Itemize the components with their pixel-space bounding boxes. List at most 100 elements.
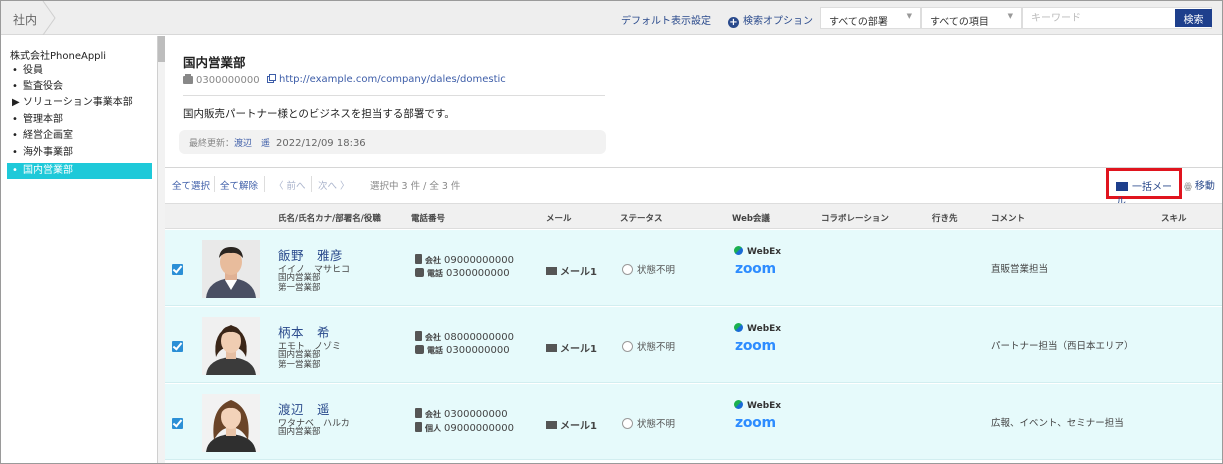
dept-url-text[interactable]: http://example.com/company/dales/domesti… [279, 74, 506, 85]
top-bar: 社内 デフォルト表示設定 + 検索オプション すべての部署 ▼ すべての項目 ▼ … [1, 1, 1222, 35]
status-circle-icon [622, 341, 633, 352]
breadcrumb[interactable]: 社内 [1, 1, 59, 35]
webex-link[interactable]: WebEx [734, 323, 781, 334]
last-updated-user[interactable]: 渡辺 遥 [234, 139, 270, 149]
last-updated-label: 最終更新： [189, 139, 235, 149]
status-text: 状態不明 [637, 265, 676, 276]
people-icon: ꙮ [1184, 182, 1192, 192]
status-text: 状態不明 [637, 419, 676, 430]
tree-scrollbar[interactable] [158, 36, 165, 463]
avatar [202, 317, 260, 375]
row-checkbox[interactable] [172, 418, 183, 429]
col-status[interactable]: ステータス [620, 212, 663, 224]
tree-item-audit[interactable]: • 監査役会 [7, 79, 152, 95]
webex-icon [734, 246, 743, 255]
mobile-icon [415, 254, 422, 264]
webex-icon [734, 400, 743, 409]
col-mail[interactable]: メール [546, 212, 572, 224]
col-skill[interactable]: スキル [1161, 212, 1187, 224]
person-photo [202, 317, 260, 375]
tree-item-planning[interactable]: • 経営企画室 [7, 128, 152, 144]
mail-label: メール1 [560, 344, 597, 355]
person-dept: 国内営業部 第一営業部 [278, 350, 321, 370]
prev-page-link[interactable]: 〈 前へ [274, 178, 306, 192]
phone-label: 個人 [425, 424, 441, 433]
last-updated-time: 2022/12/09 18:36 [276, 138, 366, 149]
phone-mobile[interactable]: 個人 09000000000 [415, 422, 514, 434]
phone-company[interactable]: 会社 08000000000 [415, 331, 514, 343]
webex-link[interactable]: WebEx [734, 400, 781, 411]
tree-root[interactable]: 株式会社PhoneAppli [10, 47, 106, 62]
dept-phone: 0300000000 [183, 74, 260, 86]
dept-phone-number: 0300000000 [196, 75, 260, 86]
deselect-all-link[interactable]: 全て解除 [220, 178, 258, 192]
col-comment[interactable]: コメント [991, 212, 1025, 224]
tree-item-solutions[interactable]: ▶ ソリューション事業本部 [7, 95, 152, 111]
mail-link[interactable]: メール1 [546, 263, 597, 278]
dept-select[interactable]: すべての部署 ▼ [820, 7, 921, 29]
zoom-link[interactable]: zoom [735, 415, 776, 431]
expand-triangle-icon[interactable]: ▶ [12, 95, 23, 111]
person-dept: 国内営業部 [278, 427, 321, 437]
caret-down-icon: ▼ [1007, 12, 1013, 20]
phone-company[interactable]: 会社 0300000000 [415, 408, 508, 420]
tree-item-domestic-sales[interactable]: • 国内営業部 [7, 163, 152, 179]
table-row[interactable]: 飯野 雅彦 イイノ マサヒコ 国内営業部 第一営業部 会社 09000000000 … [165, 230, 1222, 306]
col-web-meeting[interactable]: Web会議 [732, 212, 770, 224]
tree-item-label: 役員 [23, 65, 43, 76]
zoom-link[interactable]: zoom [735, 338, 776, 354]
phone-label: 電話 [427, 269, 443, 278]
phone-desk[interactable]: 電話 0300000000 [415, 345, 510, 356]
field-select[interactable]: すべての項目 ▼ [921, 7, 1022, 29]
scrollbar-thumb[interactable] [158, 36, 165, 62]
row-checkbox[interactable] [172, 341, 183, 352]
dept-url[interactable]: http://example.com/company/dales/domesti… [267, 74, 506, 85]
search-options-link[interactable]: + 検索オプション [728, 12, 813, 28]
divider [214, 176, 215, 192]
bulk-mail-button[interactable]: 一括メール [1106, 168, 1182, 208]
tree-item-executives[interactable]: • 役員 [7, 63, 152, 79]
bullet-icon: • [12, 165, 18, 176]
status-circle-icon [622, 418, 633, 429]
phone-number[interactable]: 09000000000 [444, 255, 514, 266]
app-window: 社内 デフォルト表示設定 + 検索オプション すべての部署 ▼ すべての項目 ▼ … [0, 0, 1223, 464]
phone-company[interactable]: 会社 09000000000 [415, 254, 514, 266]
phone-number[interactable]: 0300000000 [444, 409, 508, 420]
phone-number[interactable]: 08000000000 [444, 332, 514, 343]
tree-item-label: 監査役会 [23, 81, 63, 92]
col-name[interactable]: 氏名/氏名カナ/部署名/役職 [278, 212, 381, 224]
select-all-link[interactable]: 全て選択 [172, 178, 210, 192]
mail-link[interactable]: メール1 [546, 417, 597, 432]
webex-icon [734, 323, 743, 332]
col-collaboration[interactable]: コラボレーション [821, 212, 889, 224]
person-photo [202, 240, 260, 298]
search-button[interactable]: 検索 [1175, 9, 1212, 27]
col-destination[interactable]: 行き先 [932, 212, 958, 224]
move-button[interactable]: ꙮ 移動 [1184, 177, 1215, 192]
table-row[interactable]: 渡辺 遥 ワタナベ ハルカ 国内営業部 会社 0300000000 個人 09000… [165, 384, 1222, 460]
plus-circle-icon: + [728, 17, 739, 28]
tree-item-management[interactable]: • 管理本部 [7, 112, 152, 128]
tree-item-overseas[interactable]: • 海外事業部 [7, 145, 152, 161]
dept-line: 第一営業部 [278, 283, 321, 293]
dept-line: 国内営業部 [278, 350, 321, 360]
phone-number[interactable]: 0300000000 [446, 345, 510, 356]
webex-link[interactable]: WebEx [734, 246, 781, 257]
phone-number[interactable]: 0300000000 [446, 268, 510, 279]
phone-number[interactable]: 09000000000 [444, 423, 514, 434]
phone-label: 会社 [425, 256, 441, 265]
bullet-icon: • [12, 65, 18, 76]
table-row[interactable]: 柄本 希 エモト ノゾミ 国内営業部 第一営業部 会社 08000000000 電話… [165, 307, 1222, 383]
desk-phone-icon [415, 345, 424, 354]
next-page-link[interactable]: 次へ 〉 [318, 178, 350, 192]
zoom-link[interactable]: zoom [735, 261, 776, 277]
col-phone[interactable]: 電話番号 [411, 212, 445, 224]
comment: パートナー担当（西日本エリア） [991, 341, 1134, 352]
bullet-icon: • [12, 147, 18, 158]
phone-desk[interactable]: 電話 0300000000 [415, 268, 510, 279]
default-display-link[interactable]: デフォルト表示設定 [621, 12, 711, 27]
mail-link[interactable]: メール1 [546, 340, 597, 355]
dept-title: 国内営業部 [183, 55, 246, 70]
main-panel: 国内営業部 0300000000 http://example.com/comp… [165, 36, 1222, 463]
row-checkbox[interactable] [172, 264, 183, 275]
